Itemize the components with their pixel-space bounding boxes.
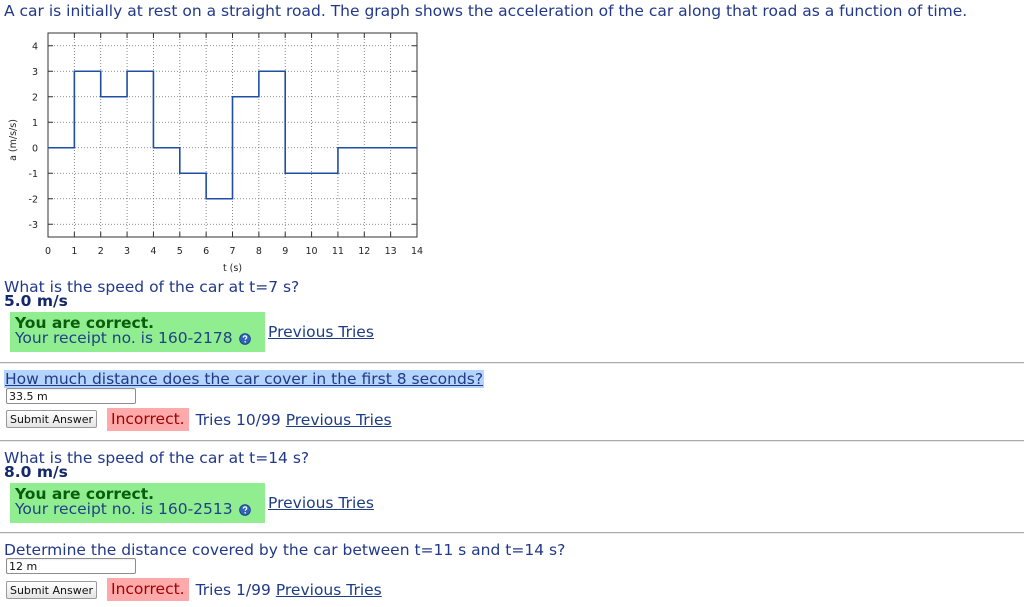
x-tick-label: 1 — [71, 246, 77, 257]
previous-tries-link[interactable]: Previous Tries — [268, 494, 374, 512]
y-tick-label: 0 — [32, 143, 38, 154]
y-tick-label: 4 — [32, 41, 38, 52]
submitted-answer: 8.0 m/s — [4, 463, 68, 481]
receipt-line: Your receipt no. is 160-2513 — [15, 500, 265, 518]
receipt-text: Your receipt no. is 160-2178 — [15, 329, 233, 347]
x-tick-label: 9 — [282, 246, 288, 257]
x-axis-label: t (s) — [223, 263, 242, 274]
result-row: Incorrect. Tries 1/99 Previous Tries — [107, 578, 382, 601]
divider — [0, 440, 1024, 442]
x-tick-label: 13 — [385, 246, 397, 257]
divider — [0, 532, 1024, 534]
x-tick-label: 8 — [256, 246, 262, 257]
help-icon[interactable] — [238, 503, 251, 516]
previous-tries-link[interactable]: Previous Tries — [286, 411, 392, 429]
answer-input[interactable] — [6, 558, 136, 574]
divider — [0, 362, 1024, 364]
submitted-answer: 5.0 m/s — [4, 292, 68, 310]
incorrect-badge: Incorrect. — [107, 408, 189, 431]
acceleration-chart: 0 1 2 3 4 5 6 7 8 9 10 11 12 13 1443210-1-2-3t (s)a (m… — [8, 32, 423, 274]
y-tick-label: 2 — [32, 92, 38, 103]
y-axis-label: a (m/s/s) — [8, 119, 19, 161]
tries-count: Tries 10/99 — [195, 410, 281, 429]
correct-feedback-box: You are correct. Your receipt no. is 160… — [10, 483, 265, 523]
x-tick-label: 14 — [411, 246, 423, 257]
y-tick-label: -3 — [29, 220, 38, 231]
y-tick-label: 1 — [32, 118, 38, 129]
receipt-text: Your receipt no. is 160-2513 — [15, 500, 233, 518]
x-tick-label: 4 — [150, 246, 156, 257]
previous-tries-link[interactable]: Previous Tries — [276, 581, 382, 599]
problem-statement: A car is initially at rest on a straight… — [4, 2, 968, 20]
x-tick-label: 6 — [203, 246, 209, 257]
x-tick-label: 7 — [229, 246, 235, 257]
question-text: Determine the distance covered by the ca… — [4, 541, 566, 559]
submit-answer-button[interactable]: Submit Answer — [6, 581, 97, 599]
y-tick-label: 3 — [32, 67, 38, 78]
previous-tries-link[interactable]: Previous Tries — [268, 323, 374, 341]
tries-count: Tries 1/99 — [195, 580, 271, 599]
question-text: How much distance does the car cover in … — [4, 370, 485, 388]
y-tick-label: -2 — [29, 194, 38, 205]
x-tick-label: 2 — [98, 246, 104, 257]
answer-input[interactable] — [6, 388, 136, 404]
help-icon[interactable] — [238, 332, 251, 345]
x-tick-label: 10 — [306, 246, 318, 257]
x-tick-label: 5 — [177, 246, 183, 257]
y-tick-label: -1 — [29, 169, 38, 180]
x-tick-label: 11 — [332, 246, 344, 257]
x-tick-label: 12 — [358, 246, 370, 257]
receipt-line: Your receipt no. is 160-2178 — [15, 329, 265, 347]
x-tick-label: 3 — [124, 246, 130, 257]
result-row: Incorrect. Tries 10/99 Previous Tries — [107, 408, 392, 431]
submit-answer-button[interactable]: Submit Answer — [6, 410, 97, 428]
incorrect-badge: Incorrect. — [107, 578, 189, 601]
x-tick-label: 0 — [45, 246, 51, 257]
correct-feedback-box: You are correct. Your receipt no. is 160… — [10, 312, 265, 352]
